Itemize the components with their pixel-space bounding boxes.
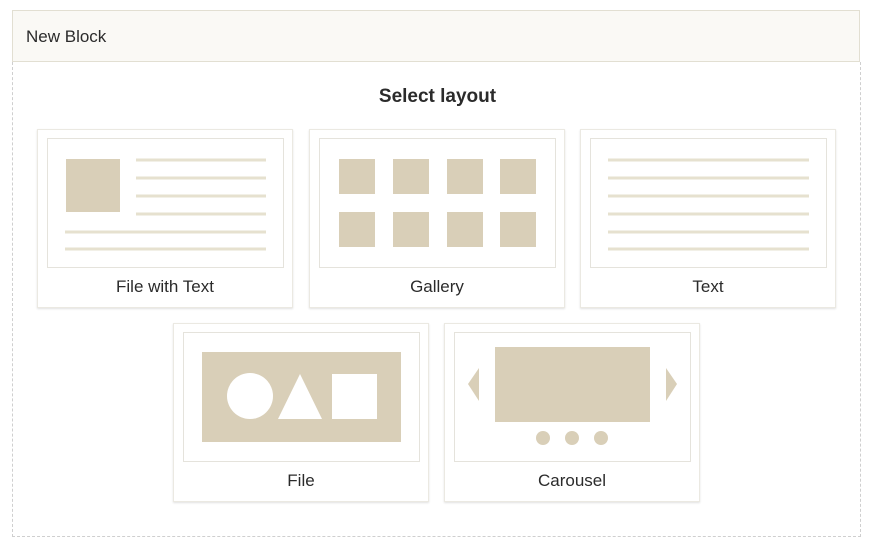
text-lines-icon: [608, 158, 809, 251]
gallery-grid-icon: [339, 159, 536, 247]
layout-label: Text: [692, 277, 724, 296]
block-header: New Block: [12, 10, 860, 62]
layout-option-gallery[interactable]: Gallery: [309, 129, 565, 308]
layout-label: Carousel: [537, 471, 607, 490]
text-preview: [590, 138, 827, 268]
carousel-icon: [468, 347, 677, 445]
gallery-preview: [319, 138, 556, 268]
layout-label: File with Text: [116, 277, 214, 296]
file-preview: [183, 332, 420, 462]
square-shape-icon: [332, 374, 377, 419]
slide-placeholder-icon: [495, 347, 650, 422]
layout-option-file-with-text[interactable]: File with Text: [37, 129, 293, 308]
layout-label: Gallery: [410, 277, 464, 296]
file-shapes-icon: [202, 352, 401, 442]
arrow-left-icon: [468, 368, 479, 401]
carousel-preview: [454, 332, 691, 462]
image-placeholder-icon: [66, 159, 120, 212]
arrow-right-icon: [666, 368, 677, 401]
circle-shape-icon: [227, 373, 273, 419]
carousel-dot-icon: [594, 431, 608, 445]
select-layout-title: Select layout: [378, 86, 497, 107]
carousel-dot-icon: [536, 431, 550, 445]
layout-label: File: [287, 471, 315, 490]
layout-option-file[interactable]: File: [173, 323, 429, 502]
block-title: New Block: [26, 27, 107, 46]
layout-option-text[interactable]: Text: [580, 129, 836, 308]
carousel-dot-icon: [565, 431, 579, 445]
file-with-text-preview: [47, 138, 284, 268]
layout-option-carousel[interactable]: Carousel: [444, 323, 700, 502]
